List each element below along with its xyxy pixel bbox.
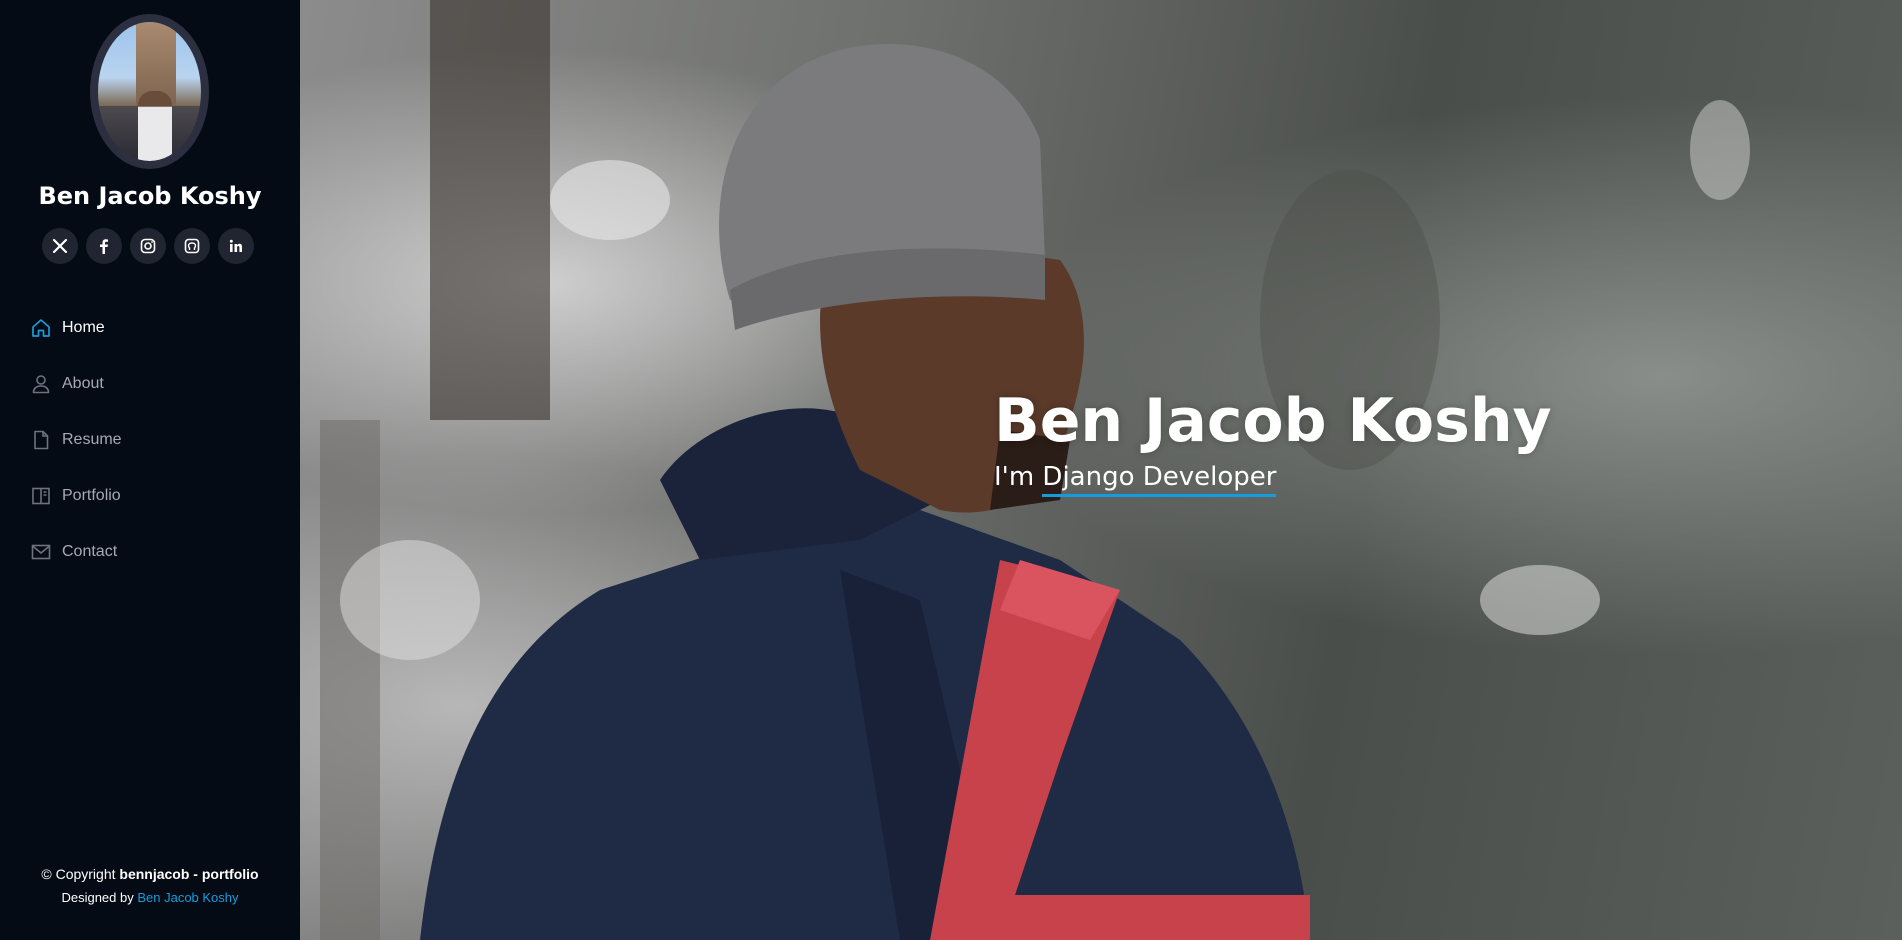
profile-avatar (90, 14, 209, 169)
copyright-prefix: © Copyright (41, 866, 120, 882)
sidebar-nav: Home About Resume Portfolio Contact (0, 300, 300, 580)
nav-item-contact-label: Contact (62, 543, 118, 560)
copyright-owner: bennjacob - portfolio (119, 866, 259, 882)
sidebar-footer: © Copyright bennjacob - portfolio Design… (0, 864, 300, 908)
hero-section: Ben Jacob Koshy I'm Django Developer (300, 0, 1902, 940)
sidebar: Ben Jacob Koshy Home About Resume Portfo… (0, 0, 300, 940)
copyright: © Copyright bennjacob - portfolio (0, 864, 300, 885)
designer-link[interactable]: Ben Jacob Koshy (137, 890, 238, 905)
envelope-icon (30, 541, 52, 563)
hero-typed-role: Django Developer (1042, 462, 1277, 497)
nav-item-resume[interactable]: Resume (0, 412, 300, 468)
profile-name[interactable]: Ben Jacob Koshy (0, 182, 300, 210)
file-icon (30, 429, 52, 451)
nav-item-contact[interactable]: Contact (0, 524, 300, 580)
hero-title: Ben Jacob Koshy (994, 386, 1552, 456)
social-links (42, 228, 254, 264)
instagram-icon[interactable] (130, 228, 166, 264)
linkedin-icon[interactable] (218, 228, 254, 264)
nav-item-home-label: Home (62, 319, 105, 336)
facebook-icon[interactable] (86, 228, 122, 264)
credits: Designed by Ben Jacob Koshy (0, 887, 300, 908)
credits-prefix: Designed by (61, 890, 138, 905)
nav-item-about-label: About (62, 375, 104, 392)
book-icon (30, 485, 52, 507)
nav-item-portfolio-label: Portfolio (62, 487, 121, 504)
hero-subtitle-prefix: I'm (994, 462, 1043, 492)
person-icon (30, 373, 52, 395)
nav-item-resume-label: Resume (62, 431, 122, 448)
nav-item-about[interactable]: About (0, 356, 300, 412)
nav-item-home[interactable]: Home (0, 300, 300, 356)
x-twitter-icon[interactable] (42, 228, 78, 264)
hero-subtitle: I'm Django Developer (994, 462, 1277, 497)
house-icon (30, 317, 52, 339)
github-icon[interactable] (174, 228, 210, 264)
nav-item-portfolio[interactable]: Portfolio (0, 468, 300, 524)
